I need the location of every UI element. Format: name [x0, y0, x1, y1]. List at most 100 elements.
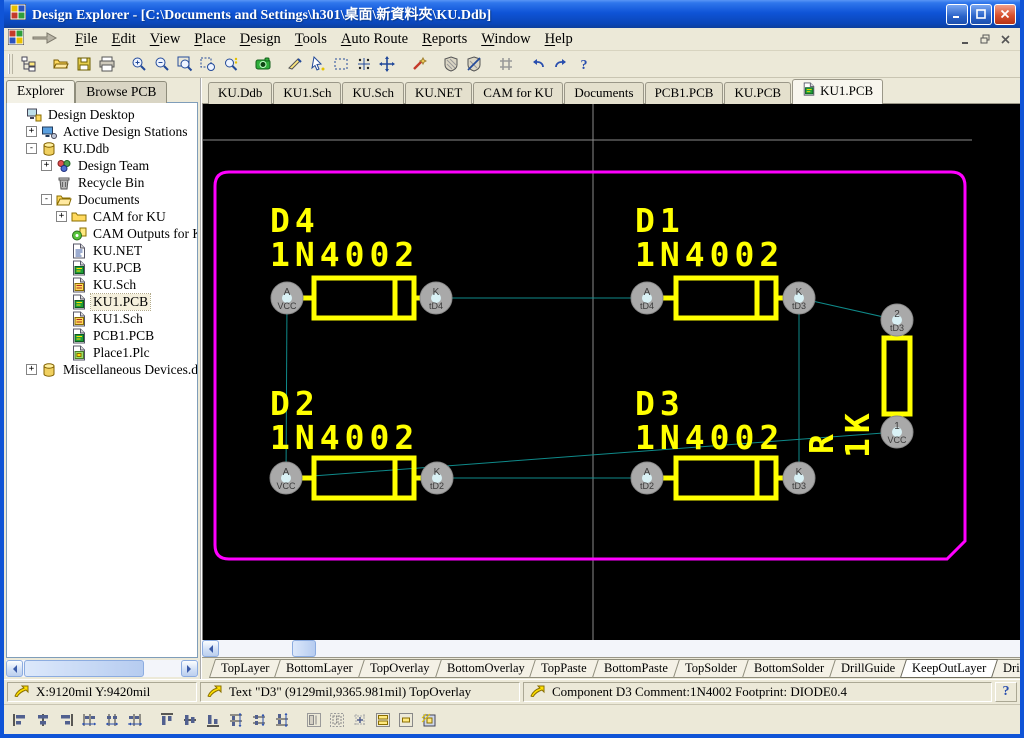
document-tab-documents[interactable]: Documents: [564, 82, 643, 104]
layer-tab-topsolder[interactable]: TopSolder: [673, 659, 749, 678]
expand-icon[interactable]: +: [26, 364, 37, 375]
menu-tools[interactable]: Tools: [288, 30, 334, 49]
board-view-button[interactable]: [251, 53, 274, 76]
align-right-button[interactable]: [54, 708, 77, 731]
component-D2[interactable]: D21N4002AVCCKtD2: [270, 384, 453, 498]
app-icon[interactable]: [10, 4, 26, 25]
interactive-placement-button[interactable]: [417, 708, 440, 731]
tree-item-miscellaneous-devices-ddb[interactable]: +Miscellaneous Devices.ddb: [9, 361, 197, 378]
scroll-thumb[interactable]: [24, 660, 144, 677]
mdi-restore-button[interactable]: [977, 32, 994, 47]
scroll-thumb[interactable]: [292, 640, 316, 657]
distribute-bottom-button[interactable]: [270, 708, 293, 731]
design-arrow-icon[interactable]: [32, 30, 58, 49]
pad-R-2[interactable]: 2tD3: [881, 304, 913, 336]
distribute-top-button[interactable]: [224, 708, 247, 731]
tree-item-design-desktop[interactable]: Design Desktop: [9, 106, 197, 123]
cross-move-button[interactable]: [375, 53, 398, 76]
scroll-right-button[interactable]: [181, 660, 198, 677]
expand-icon[interactable]: +: [56, 211, 67, 222]
move-to-grid-button[interactable]: [348, 708, 371, 731]
open-document-button[interactable]: [49, 53, 72, 76]
tree-item-cam-outputs-for-ku[interactable]: CAM Outputs for KU: [9, 225, 197, 242]
collapse-icon[interactable]: -: [41, 194, 52, 205]
pointer-button[interactable]: [306, 53, 329, 76]
layer-tab-topoverlay[interactable]: TopOverlay: [358, 659, 442, 678]
document-tab-ku1-sch[interactable]: KU1.Sch: [273, 82, 341, 104]
pad-D1-K[interactable]: KtD3: [783, 282, 815, 314]
help-button[interactable]: ?: [572, 53, 595, 76]
grid-toggle-button[interactable]: [494, 53, 517, 76]
document-tab-ku-ddb[interactable]: KU.Ddb: [208, 82, 272, 104]
pad-D4-A[interactable]: AVCC: [271, 282, 303, 314]
knife-button[interactable]: [283, 53, 306, 76]
align-left-button[interactable]: [8, 708, 31, 731]
menu-view[interactable]: View: [143, 30, 188, 49]
pad-D3-A[interactable]: AtD2: [631, 462, 663, 494]
shield-button[interactable]: [439, 53, 462, 76]
menu-auto-route[interactable]: Auto Route: [334, 30, 415, 49]
zoom-in-button[interactable]: [127, 53, 150, 76]
distribute-middle-button[interactable]: [247, 708, 270, 731]
tree-item-place1-plc[interactable]: Place1.Plc: [9, 344, 197, 361]
distribute-center-button[interactable]: [100, 708, 123, 731]
tree-item-ku1-pcb[interactable]: KU1.PCB: [9, 293, 197, 310]
move-item-button[interactable]: [352, 53, 375, 76]
tree-item-ku-ddb[interactable]: -KU.Ddb: [9, 140, 197, 157]
status-help-button[interactable]: ?: [995, 682, 1017, 702]
component-D3[interactable]: D31N4002AtD2KtD3: [631, 384, 815, 498]
document-tab-cam-for-ku[interactable]: CAM for KU: [473, 82, 563, 104]
zoom-point-button[interactable]: [219, 53, 242, 76]
tree-item-ku-net[interactable]: KU.NET: [9, 242, 197, 259]
distribute-left-button[interactable]: [77, 708, 100, 731]
menu-window[interactable]: Window: [474, 30, 537, 49]
layer-tab-keepoutlayer[interactable]: KeepOutLayer: [900, 659, 998, 678]
pad-R-1[interactable]: 1VCC: [881, 416, 913, 448]
menu-place[interactable]: Place: [187, 30, 232, 49]
tree-item-ku1-sch[interactable]: KU1.Sch: [9, 310, 197, 327]
select-area-button[interactable]: [329, 53, 352, 76]
tree-item-recycle-bin[interactable]: Recycle Bin: [9, 174, 197, 191]
expand-icon[interactable]: +: [26, 126, 37, 137]
tree-hscrollbar[interactable]: [6, 660, 198, 677]
zoom-out-button[interactable]: [150, 53, 173, 76]
menu-edit[interactable]: Edit: [105, 30, 143, 49]
tree-item-ku-pcb[interactable]: KU.PCB: [9, 259, 197, 276]
tree-item-active-design-stations[interactable]: +Active Design Stations: [9, 123, 197, 140]
layer-tab-bottomsolder[interactable]: BottomSolder: [742, 659, 836, 678]
align-center-button[interactable]: [31, 708, 54, 731]
menu-reports[interactable]: Reports: [415, 30, 474, 49]
tree-item-pcb1-pcb[interactable]: PCB1.PCB: [9, 327, 197, 344]
mdi-close-button[interactable]: [997, 32, 1014, 47]
pad-D4-K[interactable]: KtD4: [420, 282, 452, 314]
arrange-rect-button[interactable]: [325, 708, 348, 731]
tree-item-cam-for-ku[interactable]: +CAM for KU: [9, 208, 197, 225]
arrange-components-button[interactable]: [371, 708, 394, 731]
component-D1[interactable]: D11N4002AtD4KtD3: [631, 201, 815, 318]
shield-clear-button[interactable]: [462, 53, 485, 76]
menu-design[interactable]: Design: [233, 30, 288, 49]
document-tab-ku-pcb[interactable]: KU.PCB: [724, 82, 791, 104]
pad-D3-K[interactable]: KtD3: [783, 462, 815, 494]
wand-button[interactable]: [407, 53, 430, 76]
layer-tab-bottomlayer[interactable]: BottomLayer: [274, 659, 365, 678]
pad-D1-A[interactable]: AtD4: [631, 282, 663, 314]
distribute-right-button[interactable]: [123, 708, 146, 731]
component-D4[interactable]: D41N4002AVCCKtD4: [270, 201, 452, 318]
redo-button[interactable]: [549, 53, 572, 76]
document-tab-ku-net[interactable]: KU.NET: [405, 82, 472, 104]
layer-tab-drillguide[interactable]: DrillGuide: [829, 659, 907, 678]
pcb-drawing[interactable]: D41N4002AVCCKtD4D11N4002AtD4KtD3D21N4002…: [203, 104, 972, 640]
maximize-button[interactable]: [970, 4, 992, 25]
tree-item-ku-sch[interactable]: KU.Sch: [9, 276, 197, 293]
scroll-left-button[interactable]: [6, 660, 23, 677]
minimize-button[interactable]: [946, 4, 968, 25]
align-top-button[interactable]: [155, 708, 178, 731]
zoom-area-button[interactable]: [196, 53, 219, 76]
component-R[interactable]: R1K2tD31VCC: [802, 304, 913, 458]
layer-tab-bottomoverlay[interactable]: BottomOverlay: [435, 659, 537, 678]
undo-button[interactable]: [526, 53, 549, 76]
panel-tab-browse-pcb[interactable]: Browse PCB: [75, 81, 167, 103]
layer-tab-toplayer[interactable]: TopLayer: [209, 659, 282, 678]
canvas-hscrollbar[interactable]: [202, 640, 1024, 657]
